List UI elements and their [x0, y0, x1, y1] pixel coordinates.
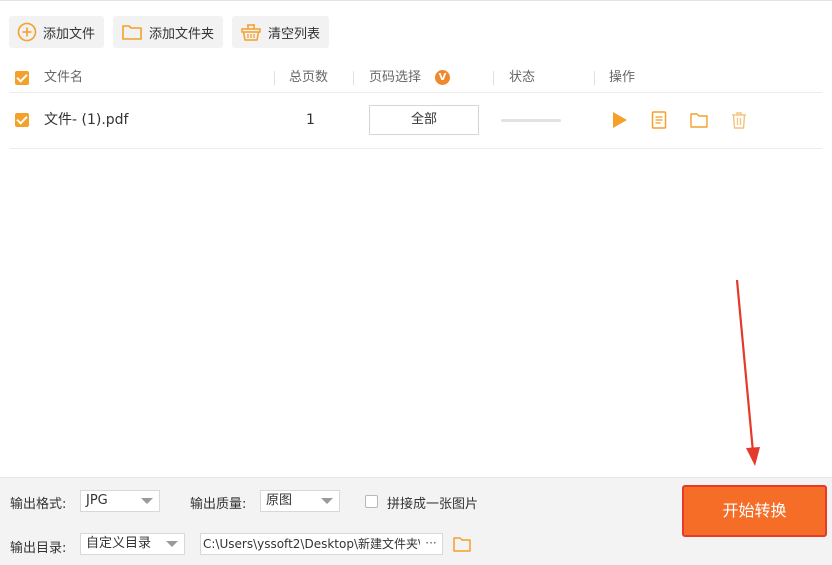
top-divider [0, 0, 832, 1]
output-quality-label: 输出质量: [190, 497, 247, 512]
document-icon[interactable] [649, 110, 669, 130]
add-folder-label: 添加文件夹 [149, 26, 215, 42]
toolbar: 添加文件 添加文件夹 清空列表 [9, 16, 330, 48]
start-convert-button[interactable]: 开始转换 [682, 485, 827, 537]
header-divider [594, 71, 595, 85]
open-folder-icon[interactable] [452, 534, 472, 554]
output-path-field[interactable]: C:\Users\yssoft2\Desktop\新建文件夹\ ··· [200, 533, 443, 555]
header-divider [274, 71, 275, 85]
file-name: 文件- (1).pdf [44, 112, 129, 128]
header-status: 状态 [509, 70, 536, 85]
chevron-down-icon [141, 498, 153, 504]
header-file-name: 文件名 [44, 70, 84, 85]
page-count: 1 [306, 112, 315, 128]
conversion-progress [501, 119, 561, 122]
select-all-checkbox[interactable] [15, 71, 29, 85]
basket-icon [241, 24, 261, 41]
page-select-dropdown-icon[interactable]: V [435, 70, 450, 85]
plus-circle-icon [17, 22, 37, 42]
add-file-label: 添加文件 [43, 26, 96, 42]
trash-icon[interactable] [729, 110, 749, 130]
output-dir-label: 输出目录: [10, 541, 67, 556]
header-total-pages: 总页数 [289, 70, 329, 85]
output-path-value: C:\Users\yssoft2\Desktop\新建文件夹\ [203, 537, 423, 551]
table-row: 文件- (1).pdf 1 全部 [10, 93, 822, 149]
header-divider [353, 71, 354, 85]
play-icon[interactable] [609, 110, 629, 130]
add-file-button[interactable]: 添加文件 [9, 16, 105, 48]
output-format-label: 输出格式: [10, 497, 67, 512]
clear-list-label: 清空列表 [268, 26, 321, 42]
header-divider [493, 71, 494, 85]
folder-icon [122, 25, 142, 40]
output-format-value: JPG [86, 493, 108, 508]
output-quality-value: 原图 [266, 493, 293, 508]
clear-list-button[interactable]: 清空列表 [232, 16, 330, 48]
table-header: 文件名 总页数 页码选择 V 状态 操作 [10, 62, 822, 93]
add-folder-button[interactable]: 添加文件夹 [113, 16, 224, 48]
header-page-select: 页码选择 [369, 70, 422, 85]
page-range-selector[interactable]: 全部 [369, 105, 479, 135]
folder-icon[interactable] [689, 110, 709, 130]
header-actions: 操作 [609, 70, 636, 85]
output-format-select[interactable]: JPG [80, 490, 160, 512]
merge-images-label: 拼接成一张图片 [387, 497, 479, 512]
chevron-down-icon [321, 498, 333, 504]
row-checkbox[interactable] [15, 113, 29, 127]
output-dir-mode-value: 自定义目录 [86, 536, 152, 551]
merge-images-checkbox[interactable] [365, 495, 378, 508]
output-dir-mode-select[interactable]: 自定义目录 [80, 533, 185, 555]
browse-more-button[interactable]: ··· [420, 534, 442, 554]
chevron-down-icon [166, 541, 178, 547]
output-quality-select[interactable]: 原图 [260, 490, 340, 512]
